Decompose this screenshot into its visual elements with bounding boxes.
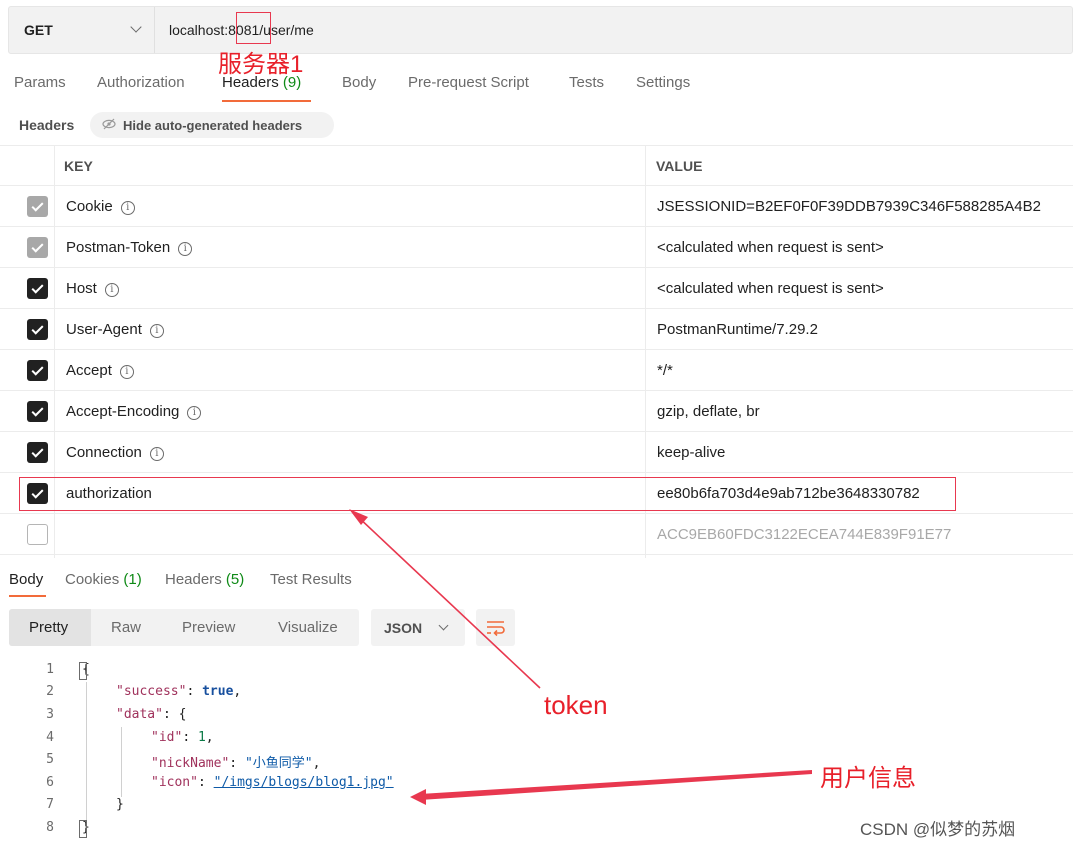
annotation-arrows [349,509,812,805]
watermark: CSDN @似梦的苏烟 [860,820,1016,839]
